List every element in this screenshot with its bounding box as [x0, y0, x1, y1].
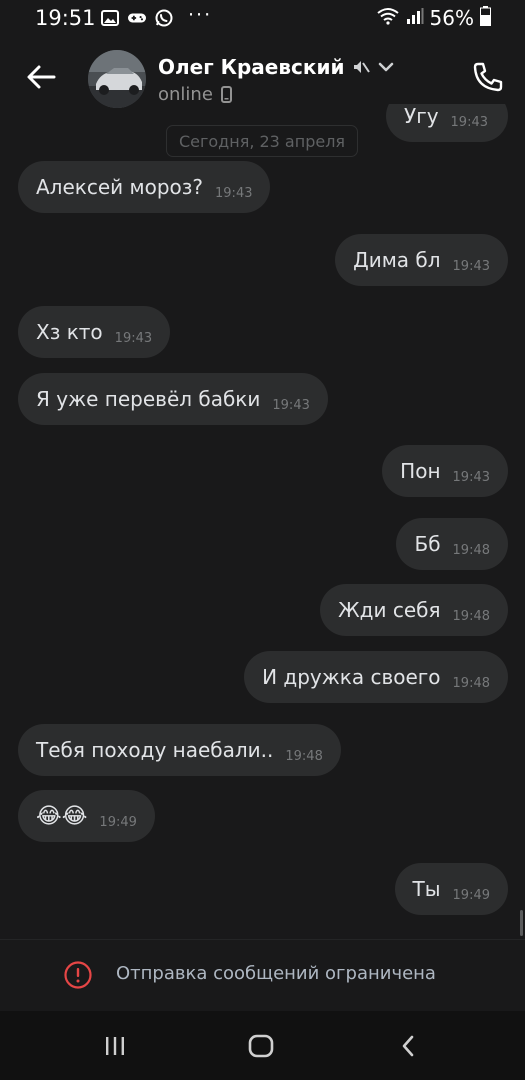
recent-apps-icon	[106, 1037, 124, 1055]
contact-name[interactable]: Олег Краевский	[158, 55, 394, 79]
avatar[interactable]	[88, 50, 146, 108]
message-text: Тебя походу наебали..	[36, 738, 274, 762]
message-text: Хз кто	[36, 320, 103, 344]
online-status: online	[158, 84, 213, 105]
home-button[interactable]	[243, 1031, 279, 1061]
message-text: Жди себя	[338, 598, 441, 622]
message-text: Я уже перевёл бабки	[36, 387, 261, 411]
mobile-device-icon	[220, 86, 232, 103]
message-bubble-outgoing[interactable]: Дима бл 19:43	[335, 234, 508, 286]
back-arrow-icon	[27, 65, 56, 89]
message-time: 19:43	[114, 330, 153, 346]
restriction-footer: Отправка сообщений ограничена	[0, 939, 525, 1012]
message-bubble-incoming[interactable]: 😂😂 19:49	[18, 790, 155, 842]
message-text: Алексей мороз?	[36, 175, 204, 199]
message-bubble-outgoing[interactable]: Пон 19:43	[382, 445, 508, 497]
message-time: 19:48	[285, 748, 323, 764]
back-button[interactable]	[22, 58, 60, 96]
system-back-button[interactable]	[390, 1031, 426, 1061]
message-text: Бб	[414, 532, 441, 556]
gallery-icon	[101, 9, 119, 27]
date-separator: Сегодня, 23 апреля	[166, 125, 358, 157]
message-time: 19:43	[452, 258, 490, 274]
more-dots-icon: ···	[188, 4, 213, 26]
whatsapp-icon	[155, 9, 173, 27]
message-text: И дружка своего	[262, 665, 441, 689]
message-time: 19:49	[452, 887, 490, 903]
message-bubble-outgoing[interactable]: Бб 19:48	[396, 518, 508, 570]
message-bubble-incoming[interactable]: Алексей мороз? 19:43	[18, 161, 271, 213]
call-button[interactable]	[469, 58, 507, 96]
scrollbar[interactable]	[520, 910, 523, 936]
message-time: 19:48	[452, 542, 490, 558]
chat-screen: 19:51 ··· 56% Олег Краевский online Угу …	[0, 0, 525, 1080]
message-bubble-outgoing[interactable]: Жди себя 19:48	[320, 584, 508, 636]
recent-apps-button[interactable]	[97, 1031, 133, 1061]
message-bubble-outgoing[interactable]: Ты 19:49	[394, 863, 508, 915]
message-time: 19:43	[452, 469, 490, 485]
back-icon	[402, 1035, 414, 1057]
restriction-text: Отправка сообщений ограничена	[116, 963, 436, 984]
contact-status: online	[158, 84, 232, 105]
message-time: 19:43	[450, 114, 488, 130]
message-text: Ты	[412, 877, 441, 901]
system-nav-bar	[0, 1011, 525, 1080]
message-time: 19:43	[272, 397, 310, 413]
message-time: 19:48	[452, 608, 490, 624]
status-bar: 19:51 ··· 56%	[0, 0, 525, 36]
error-circle-icon	[64, 961, 92, 989]
message-bubble-incoming[interactable]: Тебя походу наебали.. 19:48	[18, 724, 341, 776]
message-bubble-incoming[interactable]: Хз кто 19:43	[18, 306, 171, 358]
phone-call-icon	[473, 62, 503, 92]
message-time: 19:49	[99, 814, 137, 830]
status-time: 19:51	[35, 6, 96, 30]
message-text: Дима бл	[353, 248, 441, 272]
message-time: 19:48	[452, 675, 490, 691]
message-list[interactable]: Угу 19:43 Сегодня, 23 апреля Алексей мор…	[0, 104, 525, 939]
message-text: Угу	[404, 104, 439, 128]
message-text: Пон	[400, 459, 441, 483]
battery-percent: 56%	[429, 6, 474, 30]
muted-icon	[354, 61, 371, 73]
battery-icon	[480, 6, 491, 30]
message-bubble-incoming[interactable]: Я уже перевёл бабки 19:43	[18, 373, 328, 425]
wifi-icon	[376, 7, 400, 29]
signal-icon	[406, 7, 424, 29]
chevron-down-icon[interactable]	[378, 61, 394, 73]
emoji-message-text: 😂😂	[36, 803, 88, 829]
game-icon	[128, 9, 146, 27]
message-time: 19:43	[215, 185, 253, 201]
message-bubble-outgoing[interactable]: И дружка своего 19:48	[244, 651, 508, 703]
message-bubble-outgoing[interactable]: Угу 19:43	[386, 104, 508, 142]
home-icon	[248, 1034, 274, 1058]
contact-name-text: Олег Краевский	[158, 55, 345, 79]
